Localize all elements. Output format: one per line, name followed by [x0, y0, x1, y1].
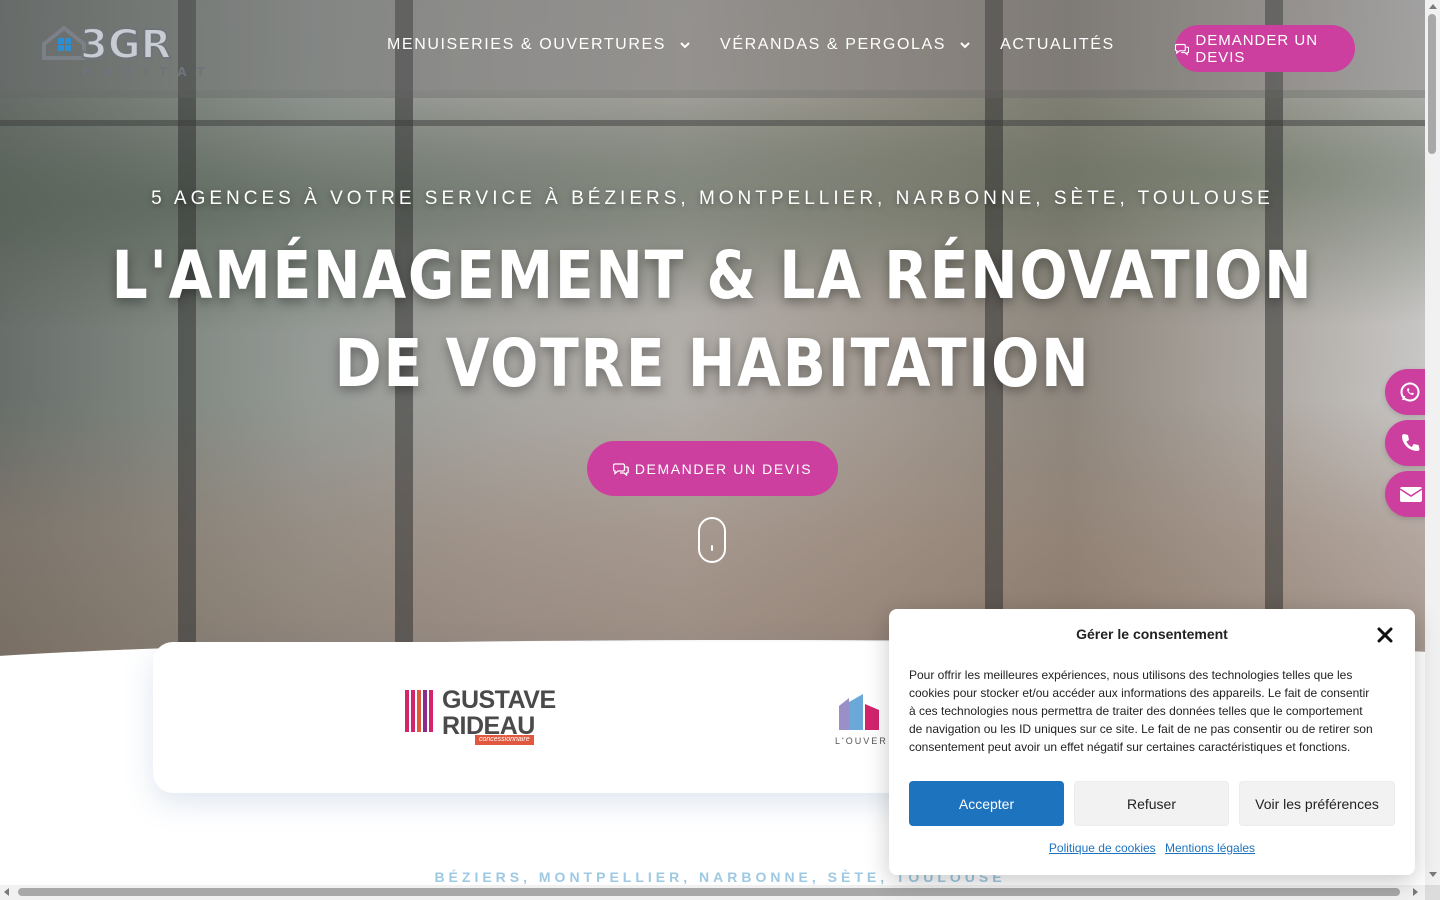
- window-rail: [0, 120, 1425, 126]
- scroll-up-arrow-icon[interactable]: [1429, 4, 1437, 9]
- gustave-rideau-mark-icon: [405, 690, 433, 732]
- brand-name-line-1: GUSTAVE: [442, 686, 556, 714]
- close-icon[interactable]: [1375, 625, 1395, 645]
- logo-house-icon: 3GR HABITAT: [42, 21, 215, 79]
- consent-links: Politique de cookies Mentions légales: [889, 841, 1415, 855]
- brand-tag: concessionnaire: [475, 735, 534, 745]
- cookie-policy-link[interactable]: Politique de cookies: [1049, 841, 1156, 855]
- logo-subtext: HABITAT: [82, 65, 215, 79]
- header-quote-button-label: DEMANDER UN DEVIS: [1195, 31, 1319, 66]
- brand-logo-gustave-rideau[interactable]: GUSTAVE RIDEAU concessionnaire: [405, 687, 556, 747]
- logo-wordmark: 3GR: [80, 22, 171, 68]
- whatsapp-icon: [1400, 382, 1420, 402]
- scroll-down-indicator[interactable]: [698, 517, 726, 563]
- nav-item-label: VÉRANDAS & PERGOLAS: [720, 36, 947, 53]
- cookie-consent-dialog: Gérer le consentement Pour offrir les me…: [889, 609, 1415, 875]
- page: 5 AGENCES À VOTRE SERVICE À BÉZIERS, MON…: [0, 0, 1440, 900]
- nav-item-verandas[interactable]: VÉRANDAS & PERGOLAS: [720, 36, 972, 54]
- scroll-left-arrow-icon[interactable]: [4, 888, 9, 896]
- comments-icon: [1175, 43, 1190, 56]
- chevron-down-icon: [680, 42, 690, 49]
- hero-quote-button[interactable]: DEMANDER UN DEVIS: [587, 441, 838, 496]
- main-nav: MENUISERIES & OUVERTURES VÉRANDAS & PERG…: [387, 36, 1143, 54]
- brand-caption: L'OUVER: [835, 736, 888, 746]
- scroll-wheel-dot: [711, 545, 713, 551]
- consent-title: Gérer le consentement: [1076, 626, 1228, 642]
- comments-icon: [612, 462, 629, 476]
- scrollbar-corner: [1425, 885, 1440, 900]
- consent-body: Pour offrir les meilleures expériences, …: [909, 668, 1373, 754]
- envelope-icon: [1399, 487, 1423, 502]
- nav-item-menuiseries[interactable]: MENUISERIES & OUVERTURES: [387, 36, 692, 54]
- hero-section: 5 AGENCES À VOTRE SERVICE À BÉZIERS, MON…: [0, 0, 1425, 670]
- accept-button[interactable]: Accepter: [909, 781, 1064, 826]
- hero-quote-button-label: DEMANDER UN DEVIS: [634, 460, 813, 477]
- horizontal-scrollbar[interactable]: [0, 885, 1425, 900]
- header-quote-button[interactable]: DEMANDER UN DEVIS: [1175, 25, 1355, 72]
- site-logo[interactable]: 3GR HABITAT: [40, 18, 215, 80]
- hero-title-line-2: DE VOTRE HABITATION: [334, 325, 1091, 402]
- preferences-button[interactable]: Voir les préférences: [1239, 781, 1395, 826]
- hero-title: L'AMÉNAGEMENT & LA RÉNOVATION DE VOTRE H…: [100, 232, 1326, 408]
- hero-subtitle: 5 AGENCES À VOTRE SERVICE À BÉZIERS, MON…: [151, 188, 1274, 209]
- ouverture-mark-icon: [839, 694, 879, 730]
- phone-icon: [1402, 434, 1420, 451]
- hero-title-line-1: L'AMÉNAGEMENT & LA RÉNOVATION: [111, 237, 1314, 314]
- refuse-button[interactable]: Refuser: [1074, 781, 1229, 826]
- site-header: 3GR HABITAT MENUISERIES & OUVERTURES VÉR…: [0, 0, 1425, 98]
- nav-item-label: ACTUALITÉS: [1000, 36, 1115, 53]
- chevron-down-icon: [960, 42, 970, 49]
- horizontal-scroll-thumb[interactable]: [18, 888, 1400, 896]
- nav-item-label: MENUISERIES & OUVERTURES: [387, 36, 667, 53]
- scroll-right-arrow-icon[interactable]: [1413, 888, 1418, 896]
- brand-name: GUSTAVE RIDEAU: [442, 687, 556, 739]
- vertical-scrollbar[interactable]: [1425, 0, 1440, 885]
- vertical-scroll-thumb[interactable]: [1428, 14, 1436, 154]
- legal-notice-link[interactable]: Mentions légales: [1165, 841, 1255, 855]
- scroll-down-arrow-icon[interactable]: [1429, 872, 1437, 877]
- nav-item-actualites[interactable]: ACTUALITÉS: [1000, 36, 1115, 54]
